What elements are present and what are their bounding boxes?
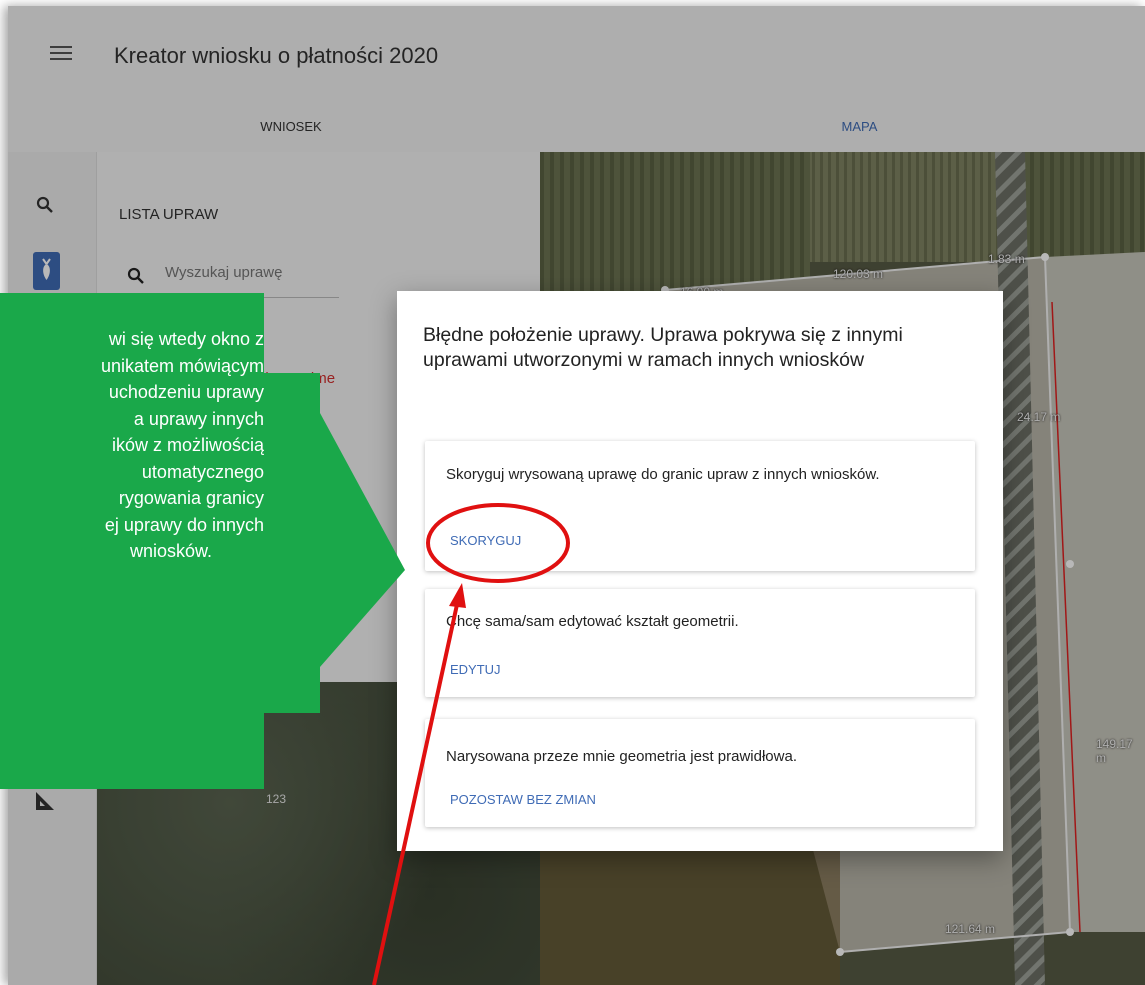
pointer-arrow-shaft — [372, 599, 460, 985]
pointer-arrow-head — [449, 583, 466, 608]
highlight-ellipse — [426, 503, 570, 583]
annotation-overlay — [372, 503, 570, 985]
